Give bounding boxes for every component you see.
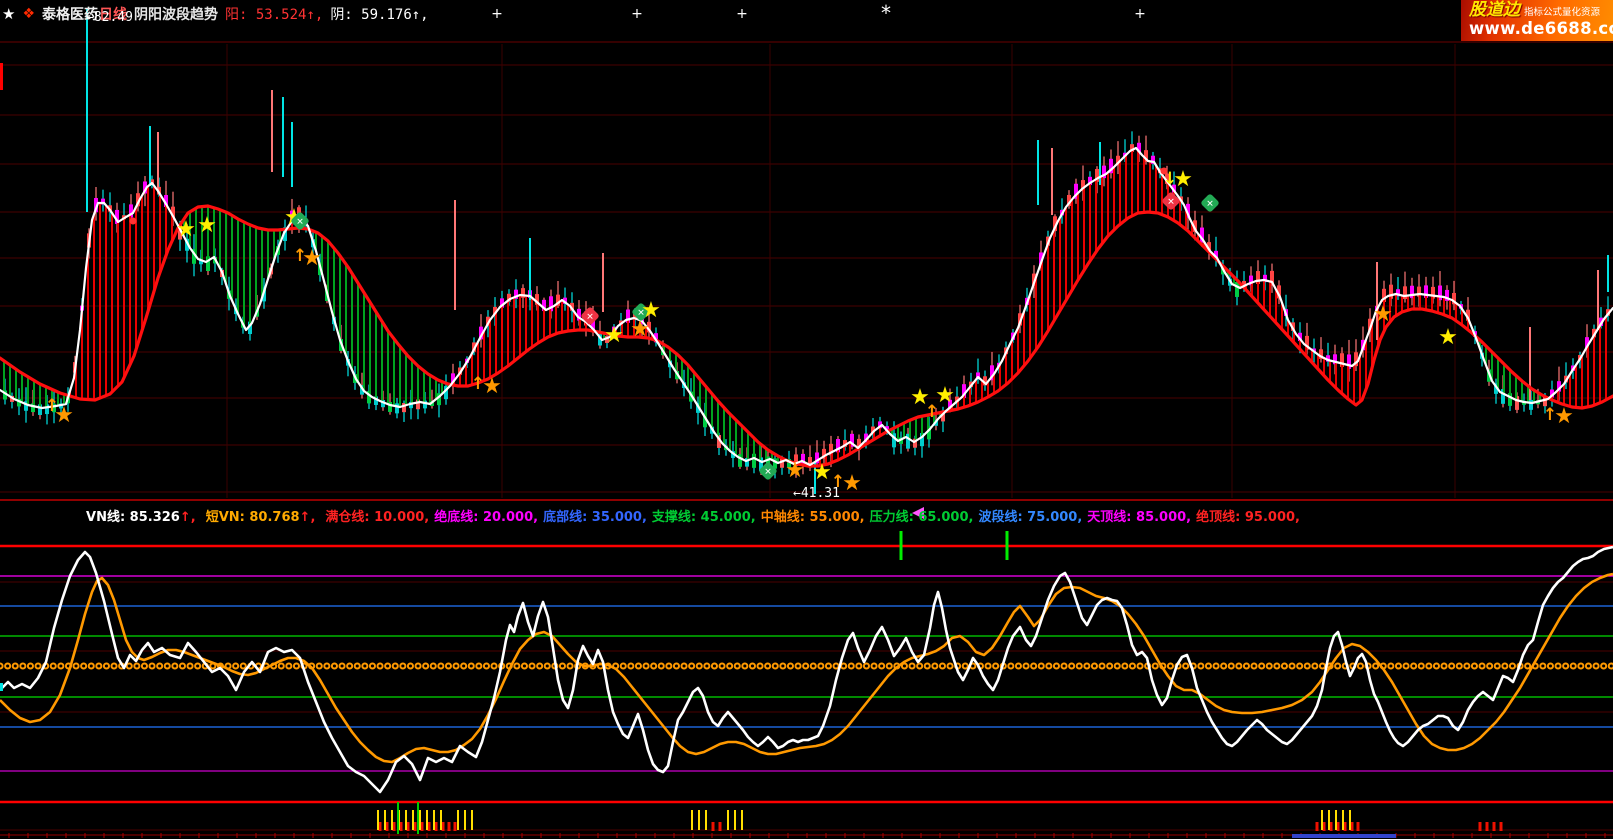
yin-value: 阴: 59.176↑, bbox=[330, 4, 428, 24]
signal-markers: ↑★★★★✕↑★↑★✕★★✕★✕★★↑★★↑★↓★✕✕★★↑★ bbox=[45, 167, 1574, 496]
plus-mark-icon: + bbox=[491, 6, 503, 22]
indicator-name: 阴阳波段趋势 bbox=[134, 4, 218, 24]
star-marker-icon: ★ bbox=[785, 458, 805, 483]
logo-tagline: 指标公式量化资源 bbox=[1524, 8, 1600, 18]
svg-text:✕: ✕ bbox=[296, 218, 304, 228]
indicator-param-values: VN线: 85.326↑, 短VN: 80.768↑,满仓线: 10.000, 绝底… bbox=[86, 506, 1305, 525]
indicator-params-row: 富乐高抛低吸 VN线: 85.326↑, 短VN: 80.768↑,满仓线: 10… bbox=[3, 506, 1310, 525]
param-value: 波段线: 75.000, bbox=[978, 506, 1082, 525]
star-marker-icon: ★ bbox=[604, 323, 624, 348]
star-marker-icon: ★ bbox=[1173, 167, 1193, 192]
yang-value: 阳: 53.524↑, bbox=[225, 4, 323, 24]
param-value: 底部线: 35.000, bbox=[543, 506, 647, 525]
param-value: 绝底线: 20.000, bbox=[434, 506, 538, 525]
param-value: 满仓线: 10.000, bbox=[325, 506, 429, 525]
star-marker-icon: ★ bbox=[302, 246, 322, 271]
chart-canvas[interactable]: ↑★★★★✕↑★↑★✕★★✕★✕★★↑★★↑★↓★✕✕★★↑★++++* bbox=[0, 0, 1613, 839]
high-price-annotation: ←82.49 bbox=[86, 10, 133, 25]
star-marker-icon: ★ bbox=[1373, 302, 1393, 327]
param-value: 短VN: 80.768↑, bbox=[206, 506, 321, 525]
star-marker-icon: ★ bbox=[842, 471, 862, 496]
bottom-signal-ticks bbox=[378, 802, 1501, 834]
star-marker-icon: ★ bbox=[482, 374, 502, 399]
star-marker-icon: ★ bbox=[1438, 325, 1458, 350]
header-bar: ★ ❖ 泰格医药 日线 阴阳波段趋势 阳: 53.524↑, 阴: 59.176… bbox=[2, 3, 429, 25]
up-arrow-icon: ↑, bbox=[300, 510, 316, 525]
favorite-star-icon[interactable]: ★ bbox=[2, 5, 15, 23]
low-price-annotation: ←41.31 bbox=[793, 486, 840, 501]
logo-url: www.de6688.com bbox=[1469, 20, 1607, 37]
price-panel-grid bbox=[0, 42, 1613, 500]
asterisk-mark-icon: * bbox=[881, 1, 891, 25]
star-marker-icon: ★ bbox=[641, 298, 661, 323]
star-marker-icon: ★ bbox=[812, 460, 832, 485]
vn-line bbox=[0, 547, 1613, 792]
time-axis bbox=[0, 833, 1613, 838]
param-value: VN线: 85.326↑, bbox=[86, 506, 201, 525]
param-value: 压力线: 65.000, bbox=[870, 506, 974, 525]
plus-mark-icon: + bbox=[1134, 6, 1146, 22]
svg-text:✕: ✕ bbox=[1206, 200, 1214, 210]
logo-brand: 股道边 bbox=[1469, 2, 1520, 20]
plus-mark-icon: + bbox=[631, 6, 643, 22]
param-value: 支撑线: 45.000, bbox=[652, 506, 756, 525]
star-marker-icon: ★ bbox=[1554, 404, 1574, 429]
up-arrow-icon: ↑, bbox=[180, 510, 196, 525]
plus-mark-icon: + bbox=[736, 6, 748, 22]
watermark-logo: 股道边 指标公式量化资源 www.de6688.com bbox=[1461, 0, 1613, 41]
gear-icon[interactable]: ❖ bbox=[22, 6, 35, 22]
trend-band-hatch bbox=[4, 151, 1606, 465]
svg-text:✕: ✕ bbox=[586, 313, 594, 323]
star-marker-icon: ★ bbox=[935, 383, 955, 408]
star-marker-icon: ★ bbox=[197, 213, 217, 238]
star-marker-icon: ★ bbox=[54, 403, 74, 428]
svg-text:✕: ✕ bbox=[764, 468, 772, 478]
oscillator-grid bbox=[0, 582, 1613, 830]
indicator-title: 富乐高抛低吸 bbox=[3, 506, 81, 525]
param-value: 绝顶线: 95.000, bbox=[1196, 506, 1300, 525]
param-value: 中轴线: 55.000, bbox=[761, 506, 865, 525]
param-value: 天顶线: 85.000, bbox=[1087, 506, 1191, 525]
top-cursor-marks: + + + + * bbox=[491, 1, 1146, 25]
chart-application: ↑★★★★✕↑★↑★✕★★✕★✕★★↑★★↑★↓★✕✕★★↑★++++* ★ ❖… bbox=[0, 0, 1613, 839]
svg-text:✕: ✕ bbox=[1167, 198, 1175, 208]
dot-marker-icon bbox=[130, 218, 137, 225]
star-marker-icon: ★ bbox=[176, 217, 196, 242]
h-scrollbar-thumb[interactable] bbox=[1292, 834, 1396, 838]
